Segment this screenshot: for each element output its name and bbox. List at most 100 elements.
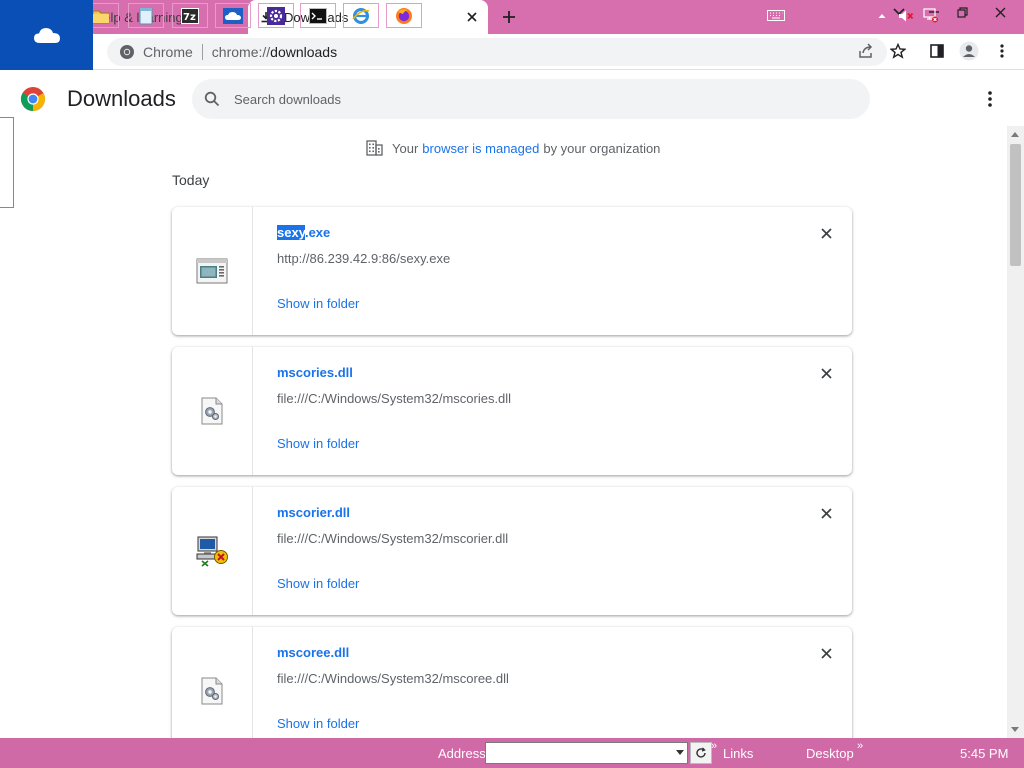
dll-gear-icon <box>201 677 223 705</box>
chrome-icon <box>120 45 134 59</box>
7zip-icon: 7z <box>181 7 199 24</box>
cloud-icon <box>33 28 60 43</box>
file-name-link[interactable]: mscoree.dll <box>277 645 349 660</box>
ie-icon <box>352 7 370 24</box>
close-window-button[interactable] <box>985 2 1015 22</box>
file-name-link[interactable]: mscorier.dll <box>277 505 350 520</box>
remove-button[interactable] <box>818 505 834 521</box>
show-hidden-icons-button[interactable] <box>873 3 891 28</box>
close-icon <box>820 367 832 379</box>
omnibox-separator <box>201 44 203 60</box>
remove-button[interactable] <box>818 645 834 661</box>
managed-notice: Your browser is managed by your organiza… <box>366 140 660 156</box>
remove-button[interactable] <box>818 365 834 381</box>
scroll-down-arrow[interactable] <box>1011 727 1019 732</box>
dropdown-arrow-icon[interactable] <box>676 750 684 755</box>
file-name-link[interactable]: mscories.dll <box>277 365 353 380</box>
share-icon <box>859 43 873 58</box>
search-downloads-box[interactable] <box>192 79 870 119</box>
scroll-up-arrow[interactable] <box>1011 132 1019 137</box>
search-icon <box>204 91 220 107</box>
close-icon <box>995 7 1005 17</box>
taskbar-internet-explorer[interactable] <box>343 3 379 28</box>
address-toolbar-label: Address <box>438 746 486 761</box>
url-scheme: chrome:// <box>211 44 271 60</box>
chevron-up-icon <box>878 13 886 18</box>
onedrive-tile[interactable] <box>0 0 93 70</box>
taskbar-settings[interactable] <box>258 3 294 28</box>
taskbar-onedrive[interactable] <box>215 3 251 28</box>
keyboard-icon <box>767 10 785 21</box>
dll-gear-icon <box>201 397 223 425</box>
file-icon-column <box>172 487 253 615</box>
new-tab-button[interactable] <box>497 6 521 28</box>
kebab-menu-icon <box>1000 44 1004 58</box>
screen: help & learning Downloads Chrome <box>0 0 1024 768</box>
exe-window-icon <box>196 258 228 284</box>
file-url: file:///C:/Windows/System32/mscoree.dll <box>277 671 509 686</box>
address-go-button[interactable] <box>690 742 712 764</box>
chevron-right-icon[interactable]: » <box>711 740 717 752</box>
show-in-folder-link[interactable]: Show in folder <box>277 576 359 591</box>
download-item: mscoree.dll file:///C:/Windows/System32/… <box>172 627 852 755</box>
managed-text-before: Your <box>392 140 419 156</box>
side-panel-button[interactable] <box>926 40 948 62</box>
share-button[interactable] <box>855 40 877 62</box>
building-icon <box>366 140 383 156</box>
firefox-icon <box>396 7 412 24</box>
close-icon <box>820 227 832 239</box>
page-scrollbar[interactable] <box>1007 126 1024 738</box>
remove-button[interactable] <box>818 225 834 241</box>
plus-icon <box>503 11 515 23</box>
network-icon <box>922 8 938 23</box>
close-icon[interactable] <box>464 9 480 25</box>
url-path: downloads <box>270 44 338 60</box>
managed-text-after: by your organization <box>543 140 661 156</box>
page-title: Downloads <box>67 86 176 111</box>
clock[interactable]: 5:45 PM <box>960 746 1008 761</box>
touch-keyboard-button[interactable] <box>763 3 789 28</box>
show-in-folder-link[interactable]: Show in folder <box>277 436 359 451</box>
show-in-folder-link[interactable]: Show in folder <box>277 296 359 311</box>
scroll-thumb[interactable] <box>1010 144 1021 266</box>
downloads-menu-button[interactable] <box>980 89 1000 109</box>
file-name-rest: .exe <box>304 225 331 240</box>
star-icon <box>890 43 906 59</box>
taskbar-command-prompt[interactable] <box>300 3 336 28</box>
restore-icon <box>956 6 968 18</box>
refresh-icon <box>696 747 706 758</box>
taskbar-notepad[interactable] <box>128 3 164 28</box>
volume-button[interactable] <box>895 3 917 28</box>
downloads-header: Downloads <box>0 70 1024 126</box>
close-icon <box>820 647 832 659</box>
file-icon-column <box>172 347 253 475</box>
chevron-right-icon[interactable]: » <box>857 740 863 752</box>
download-item: sexy.exe http://86.239.42.9:86/sexy.exe … <box>172 207 852 335</box>
cloud-icon <box>223 7 243 24</box>
side-panel-icon <box>930 44 944 58</box>
links-toolbar-label[interactable]: Links <box>723 746 753 761</box>
desktop-toolbar-label[interactable]: Desktop <box>806 746 854 761</box>
omnibox[interactable]: Chrome chrome://downloads <box>107 38 887 66</box>
close-icon <box>820 507 832 519</box>
file-name-link[interactable]: sexy.exe <box>277 225 330 240</box>
managed-link[interactable]: browser is managed <box>422 141 539 156</box>
show-in-folder-link[interactable]: Show in folder <box>277 716 359 731</box>
bookmark-button[interactable] <box>887 40 909 62</box>
browser-menu-button[interactable] <box>991 40 1013 62</box>
taskbar-firefox[interactable] <box>386 3 422 28</box>
address-toolbar-input[interactable] <box>485 742 688 764</box>
notepad-icon <box>139 7 153 24</box>
profile-button[interactable] <box>958 40 980 62</box>
network-button[interactable] <box>919 3 941 28</box>
side-panel-stub <box>0 117 14 208</box>
selected-text: sexy <box>277 225 305 240</box>
chrome-logo-icon <box>20 87 46 111</box>
file-url: file:///C:/Windows/System32/mscorier.dll <box>277 531 509 546</box>
restore-button[interactable] <box>947 2 977 22</box>
omnibox-chip: Chrome <box>143 44 193 60</box>
file-url: http://86.239.42.9:86/sexy.exe <box>277 251 451 266</box>
computer-error-icon <box>196 536 228 567</box>
search-input[interactable] <box>234 91 834 107</box>
taskbar-7zip[interactable]: 7z <box>172 3 208 28</box>
